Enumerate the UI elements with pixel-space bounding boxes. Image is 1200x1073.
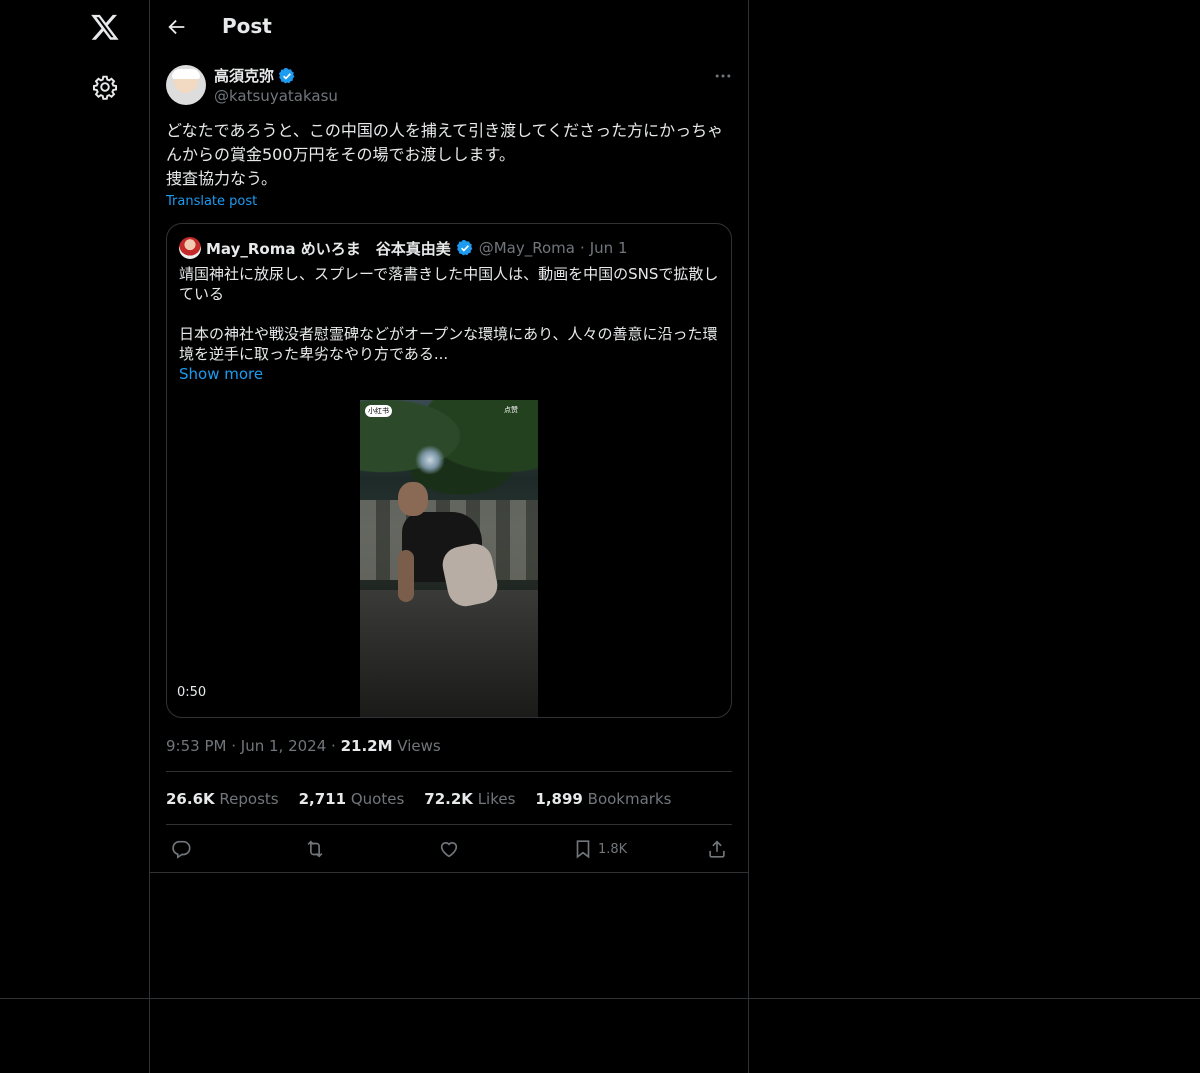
reposts-stat[interactable]: 26.6K Reposts [166,790,279,808]
views-count: 21.2M [340,737,393,755]
divider [166,771,732,772]
video-frame-person-arm [398,550,414,602]
quoted-post[interactable]: May_Roma めいろま 谷本真由美 @May_Roma · Jun 1 靖国… [166,223,732,718]
repost-icon [307,840,323,858]
quoted-post-date: Jun 1 [589,239,628,257]
reply-icon [172,840,191,859]
show-more-link[interactable]: Show more [179,365,263,383]
bookmark-icon [576,840,590,859]
like-button[interactable] [438,837,460,861]
post-column: Post 高須克弥 @katsuyatakasu どなたであろうと、この中国の人… [150,0,748,873]
share-icon [709,840,725,858]
author-name-row[interactable]: 高須克弥 [214,65,296,86]
engagement-stats: 26.6K Reposts 2,711 Quotes 72.2K Likes 1… [166,790,671,808]
left-nav-rail [0,0,149,999]
divider [166,824,732,825]
like-icon [440,842,458,858]
quoted-author-handle: @May_Roma [478,239,575,257]
x-logo-icon[interactable] [90,12,120,42]
bookmark-button[interactable]: 1.8K [572,837,627,861]
video-frame-person-head [398,482,428,516]
video-duration: 0:50 [177,685,207,700]
verified-icon [278,67,295,83]
video-watermark-left: 小红书 [365,405,392,417]
quoted-post-header: May_Roma めいろま 谷本真由美 @May_Roma · Jun 1 [179,237,627,259]
dot-separator: · [579,239,585,257]
dot-separator: · [231,737,241,755]
divider-right [748,0,749,1073]
settings-icon[interactable] [92,74,118,100]
back-arrow-icon[interactable] [166,16,188,38]
quoted-author-avatar [179,237,201,259]
author-avatar[interactable] [166,65,206,105]
divider-bottom [0,998,1200,999]
bookmark-count: 1.8K [598,841,628,857]
share-button[interactable] [706,837,728,861]
dot-separator: · [331,737,341,755]
quoted-post-text: 靖国神社に放尿し、スプレーで落書きした中国人は、動画を中国のSNSで拡散している… [179,265,719,363]
post-time[interactable]: 9:53 PM [166,737,226,755]
video-player[interactable]: 小红书 点赞 [360,400,538,717]
post-meta: 9:53 PM · Jun 1, 2024 · 21.2M Views [166,737,441,755]
author-handle[interactable]: @katsuyatakasu [214,87,338,105]
video-frame-light [415,445,445,475]
translate-post-link[interactable]: Translate post [166,194,257,209]
page-title: Post [222,14,272,38]
views-label: Views [397,737,441,755]
verified-icon [456,239,473,256]
likes-stat[interactable]: 72.2K Likes [424,790,515,808]
author-name[interactable]: 高須克弥 [214,65,274,86]
reply-button[interactable] [170,837,192,861]
quotes-stat[interactable]: 2,711 Quotes [299,790,405,808]
post-header: Post [150,0,748,54]
repost-button[interactable] [304,837,326,861]
bookmarks-stat[interactable]: 1,899 Bookmarks [535,790,671,808]
post-date[interactable]: Jun 1, 2024 [241,737,326,755]
more-icon[interactable] [713,66,733,86]
quoted-author-name: May_Roma めいろま 谷本真由美 [206,239,451,258]
video-watermark-right: 点赞 [504,406,518,414]
post-text: どなたであろうと、この中国の人を捕えて引き渡してくださった方にかっちゃんからの賞… [166,121,724,188]
video-frame-ground [360,590,538,717]
